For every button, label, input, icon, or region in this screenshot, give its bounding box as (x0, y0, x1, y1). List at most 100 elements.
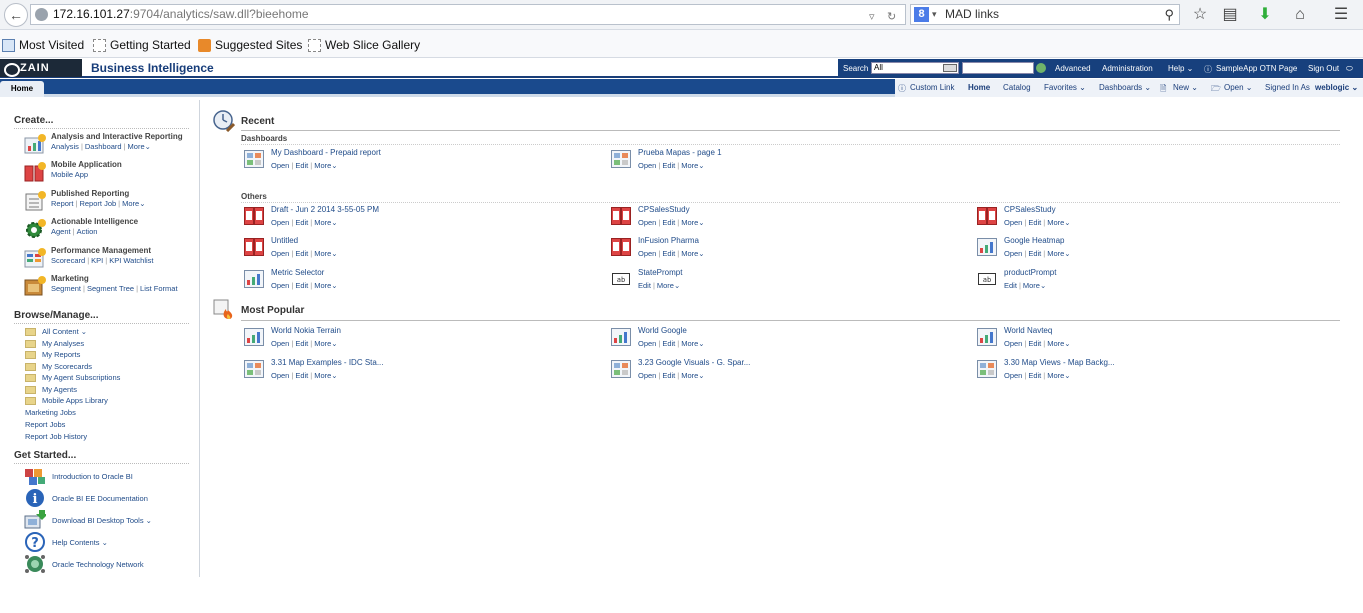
item-name[interactable]: Draft - Jun 2 2014 3-55-05 PM (271, 205, 379, 214)
gs-download-tools[interactable]: Download BI Desktop Tools ⌄ (24, 510, 199, 532)
edit-link[interactable]: Edit (295, 161, 308, 170)
edit-link[interactable]: Edit (295, 249, 308, 258)
scorecard-link[interactable]: Scorecard (51, 256, 85, 265)
open-link[interactable]: Open (271, 249, 289, 258)
back-arrow-icon[interactable]: ← (4, 3, 28, 27)
item-name[interactable]: World Nokia Terrain (271, 326, 341, 335)
sign-out-link[interactable]: Sign Out (1308, 64, 1339, 73)
more-link[interactable]: More⌄ (681, 249, 704, 258)
item-name[interactable]: Google Heatmap (1004, 236, 1064, 245)
bookmark-getting-started[interactable]: Getting Started (93, 38, 191, 52)
address-bar[interactable]: 172.16.101.27:9704/analytics/saw.dll?bie… (30, 4, 906, 25)
item-name[interactable]: StatePrompt (638, 268, 682, 277)
browser-search-input[interactable]: MAD links (945, 7, 999, 21)
more-link[interactable]: More⌄ (681, 371, 704, 380)
bookmark-web-slice-gallery[interactable]: Web Slice Gallery (308, 38, 420, 52)
edit-link[interactable]: Edit (662, 339, 675, 348)
nav-catalog[interactable]: Catalog (1003, 83, 1031, 92)
menu-icon[interactable]: ☰ (1330, 4, 1352, 26)
open-link[interactable]: Open (638, 249, 656, 258)
item-name[interactable]: Untitled (271, 236, 298, 245)
browse-my-agent-subscriptions[interactable]: My Agent Subscriptions (25, 373, 120, 383)
more-link[interactable]: More⌄ (1047, 218, 1070, 227)
more-link[interactable]: More⌄ (314, 371, 337, 380)
help-menu[interactable]: Help ⌄ (1168, 64, 1193, 73)
edit-link[interactable]: Edit (295, 218, 308, 227)
star-icon[interactable]: ☆ (1189, 4, 1211, 26)
kpi-watchlist-link[interactable]: KPI Watchlist (109, 256, 153, 265)
custom-link[interactable]: Custom Link (910, 83, 954, 92)
browser-search-box[interactable]: 8 ▾ MAD links ⚲ (910, 4, 1180, 25)
open-link[interactable]: Open (271, 281, 289, 290)
browse-mobile-apps-library[interactable]: Mobile Apps Library (25, 396, 108, 406)
edit-link[interactable]: Edit (1004, 281, 1017, 290)
dashboard-link[interactable]: Dashboard (85, 142, 122, 151)
magnifier-icon[interactable]: ⚲ (1164, 5, 1174, 24)
bookmark-suggested-sites[interactable]: Suggested Sites (198, 38, 302, 52)
clipboard-icon[interactable]: ▤ (1219, 4, 1241, 26)
more-link[interactable]: More⌄ (681, 339, 704, 348)
open-link[interactable]: Open (638, 218, 656, 227)
browse-my-scorecards[interactable]: My Scorecards (25, 362, 92, 372)
edit-link[interactable]: Edit (295, 339, 308, 348)
item-name[interactable]: World Navteq (1004, 326, 1052, 335)
bookmark-most-visited[interactable]: Most Visited (2, 38, 84, 52)
item-name[interactable]: 3.23 Google Visuals - G. Spar... (638, 358, 750, 367)
engine-dropdown-icon[interactable]: ▾ (932, 5, 937, 24)
more-link[interactable]: More⌄ (314, 249, 337, 258)
more-link[interactable]: More⌄ (314, 339, 337, 348)
segment-link[interactable]: Segment (51, 284, 81, 293)
more-link[interactable]: More⌄ (1023, 281, 1046, 290)
open-link[interactable]: Open (271, 161, 289, 170)
download-icon[interactable]: ⬇ (1254, 4, 1276, 26)
edit-link[interactable]: Edit (295, 281, 308, 290)
gs-help-contents[interactable]: ? Help Contents ⌄ (24, 532, 199, 554)
gs-oracle-network[interactable]: Oracle Technology Network (24, 554, 199, 576)
google-icon[interactable]: 8 (914, 7, 929, 22)
nav-new[interactable]: New ⌄ (1173, 83, 1198, 92)
open-link[interactable]: Open (271, 371, 289, 380)
more-link[interactable]: More⌄ (1047, 371, 1070, 380)
open-link[interactable]: Open (1004, 218, 1022, 227)
item-name[interactable]: World Google (638, 326, 687, 335)
nav-favorites[interactable]: Favorites ⌄ (1044, 83, 1086, 92)
browse-report-job-history[interactable]: Report Job History (25, 432, 87, 441)
user-menu[interactable]: weblogic ⌄ (1315, 83, 1358, 92)
open-link[interactable]: Open (638, 371, 656, 380)
chevron-down-icon[interactable] (943, 64, 957, 72)
nav-dashboards[interactable]: Dashboards ⌄ (1099, 83, 1151, 92)
tab-home[interactable]: Home (0, 81, 44, 97)
more-link[interactable]: More⌄ (1047, 339, 1070, 348)
item-name[interactable]: Prueba Mapas - page 1 (638, 148, 722, 157)
open-link[interactable]: Open (1004, 371, 1022, 380)
edit-link[interactable]: Edit (1028, 339, 1041, 348)
mobile-app-link[interactable]: Mobile App (51, 170, 88, 179)
nav-home[interactable]: Home (968, 83, 990, 92)
browse-my-reports[interactable]: My Reports (25, 350, 80, 360)
sampleapp-link[interactable]: SampleApp OTN Page (1216, 64, 1297, 73)
edit-link[interactable]: Edit (1028, 371, 1041, 380)
open-link[interactable]: Open (1004, 249, 1022, 258)
gs-documentation[interactable]: i Oracle BI EE Documentation (24, 488, 199, 510)
nav-open[interactable]: Open ⌄ (1224, 83, 1253, 92)
edit-link[interactable]: Edit (662, 161, 675, 170)
more-link[interactable]: More⌄ (1047, 249, 1070, 258)
more-link[interactable]: More⌄ (314, 281, 337, 290)
more-link[interactable]: More⌄ (128, 142, 151, 151)
edit-link[interactable]: Edit (662, 218, 675, 227)
browse-marketing-jobs[interactable]: Marketing Jobs (25, 408, 76, 417)
gs-intro-oracle-bi[interactable]: Introduction to Oracle BI (24, 466, 199, 488)
more-link[interactable]: More⌄ (314, 161, 337, 170)
more-link[interactable]: More⌄ (681, 161, 704, 170)
administration-link[interactable]: Administration (1102, 64, 1153, 73)
item-name[interactable]: 3.31 Map Examples - IDC Sta... (271, 358, 384, 367)
list-format-link[interactable]: List Format (140, 284, 178, 293)
more-link[interactable]: More⌄ (122, 199, 145, 208)
action-link[interactable]: Action (77, 227, 98, 236)
advanced-link[interactable]: Advanced (1055, 64, 1091, 73)
browse-report-jobs[interactable]: Report Jobs (25, 420, 65, 429)
open-link[interactable]: Open (271, 218, 289, 227)
report-link[interactable]: Report (51, 199, 74, 208)
edit-link[interactable]: Edit (1028, 249, 1041, 258)
open-link[interactable]: Open (638, 339, 656, 348)
